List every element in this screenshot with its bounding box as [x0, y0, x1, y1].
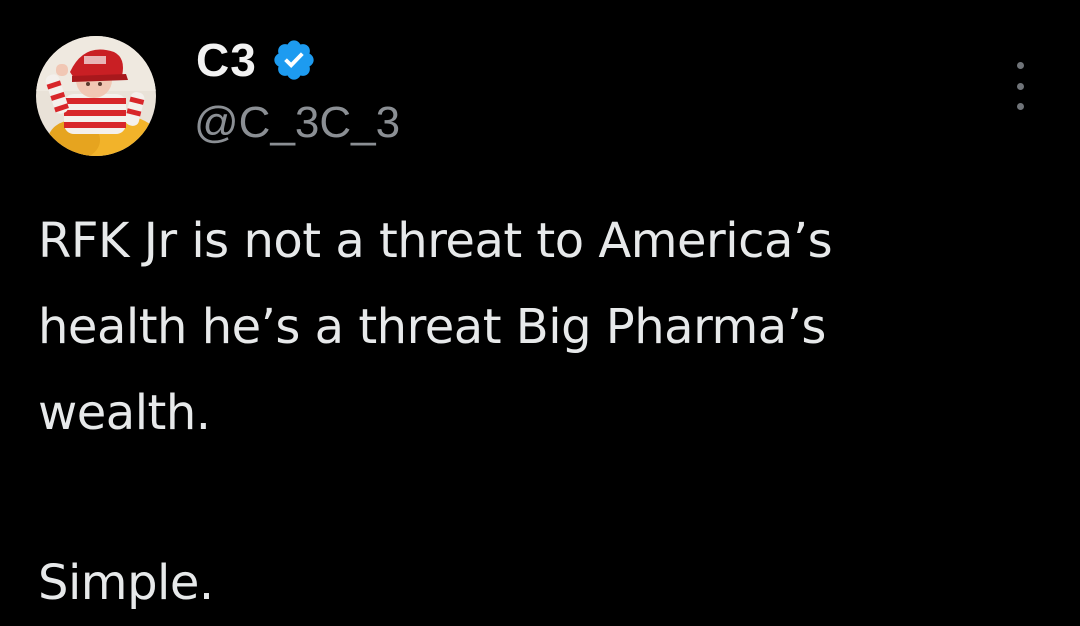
user-handle[interactable]: @C_3C_3 [194, 98, 400, 148]
author-row: C3 [196, 30, 317, 90]
more-options-icon[interactable] [1006, 62, 1034, 110]
avatar[interactable] [36, 36, 156, 156]
tweet-text-line: health he’s a threat Big Pharma’s [38, 299, 826, 355]
tweet-text-line: wealth. [38, 385, 211, 441]
more-dot [1016, 82, 1024, 90]
verified-badge-icon [271, 37, 317, 83]
more-dot [1016, 103, 1024, 110]
display-name[interactable]: C3 [196, 33, 257, 87]
more-dot [1016, 62, 1024, 69]
tweet-text-final: Simple. [38, 555, 214, 611]
tweet-card: C3 @C_3C_3 RFK Jr is not a threat to Ame… [0, 0, 1080, 624]
tweet-text: RFK Jr is not a threat to America’s heal… [38, 198, 1048, 626]
tweet-text-line: RFK Jr is not a threat to America’s [38, 213, 833, 269]
